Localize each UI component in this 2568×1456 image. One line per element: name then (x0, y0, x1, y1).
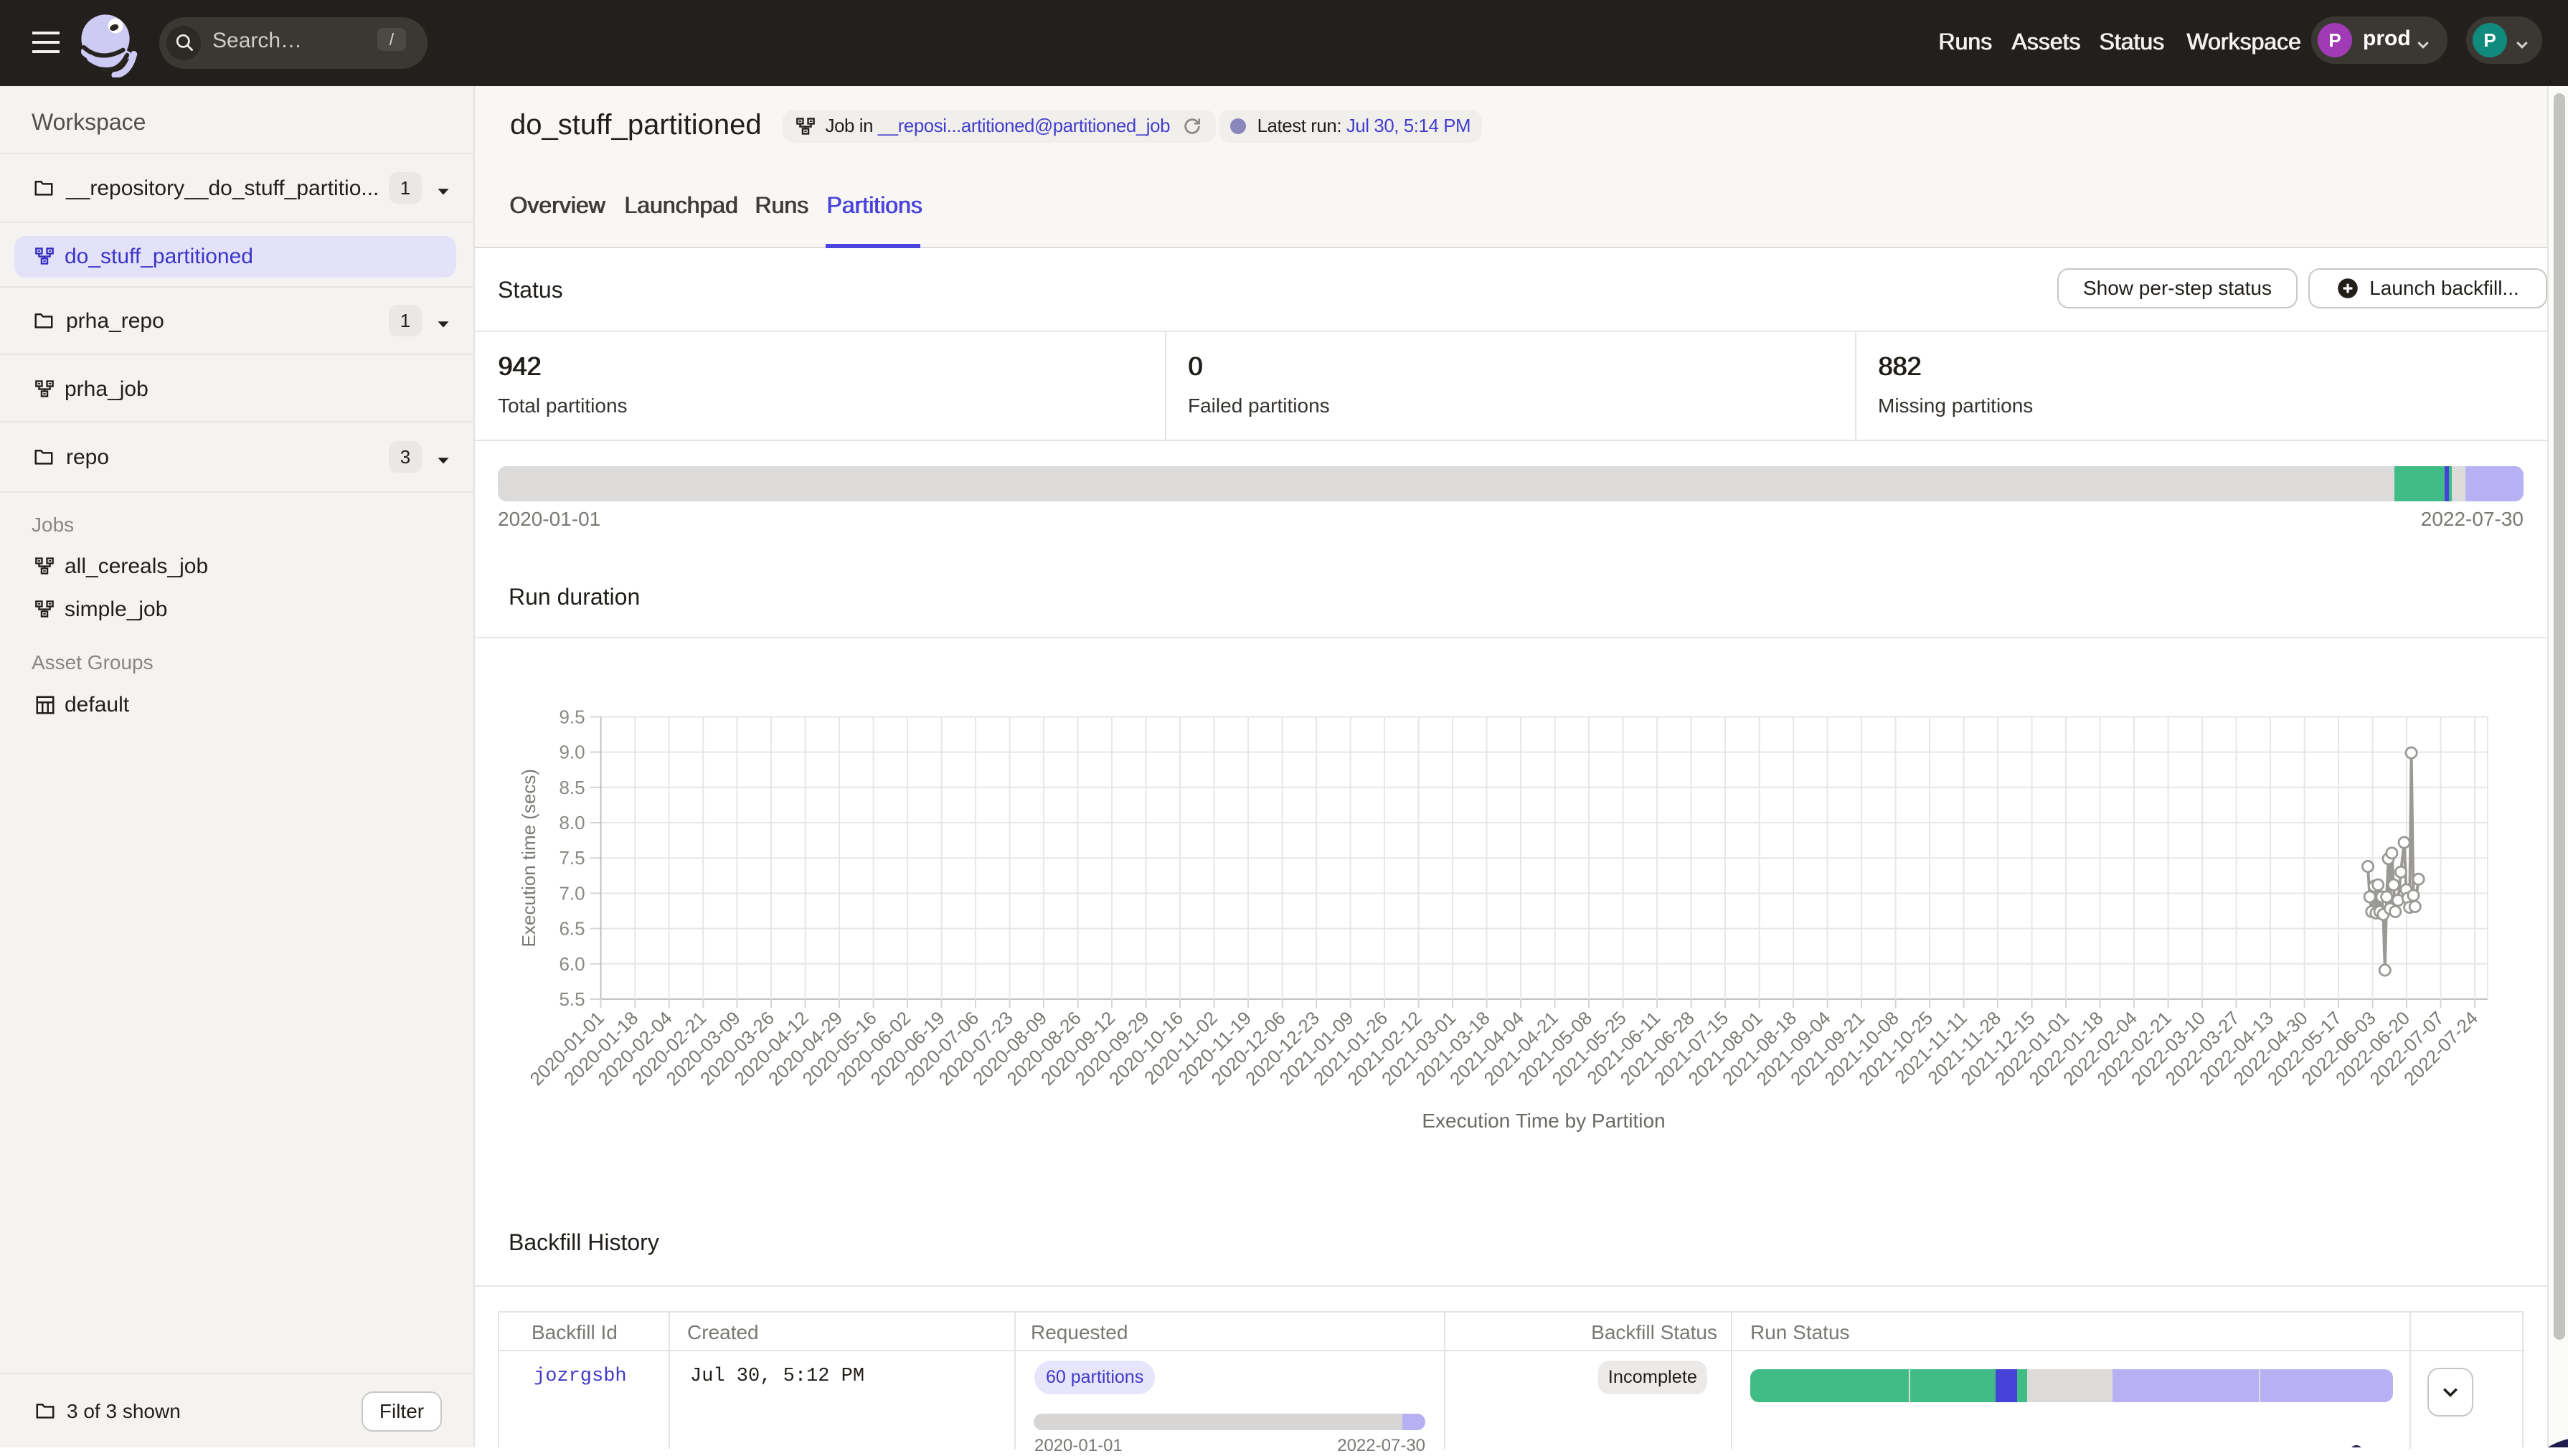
svg-text:8.5: 8.5 (559, 777, 585, 798)
svg-text:5.5: 5.5 (559, 988, 585, 1010)
svg-text:9.5: 9.5 (559, 706, 585, 727)
svg-text:8.0: 8.0 (559, 812, 585, 833)
svg-text:9.0: 9.0 (559, 742, 585, 763)
svg-text:7.0: 7.0 (559, 882, 585, 904)
svg-text:7.5: 7.5 (559, 847, 585, 869)
svg-text:6.0: 6.0 (559, 953, 585, 975)
svg-text:Execution Time by Partition: Execution Time by Partition (1422, 1110, 1665, 1132)
svg-text:Execution time (secs): Execution time (secs) (518, 769, 539, 947)
svg-text:6.5: 6.5 (559, 918, 585, 940)
